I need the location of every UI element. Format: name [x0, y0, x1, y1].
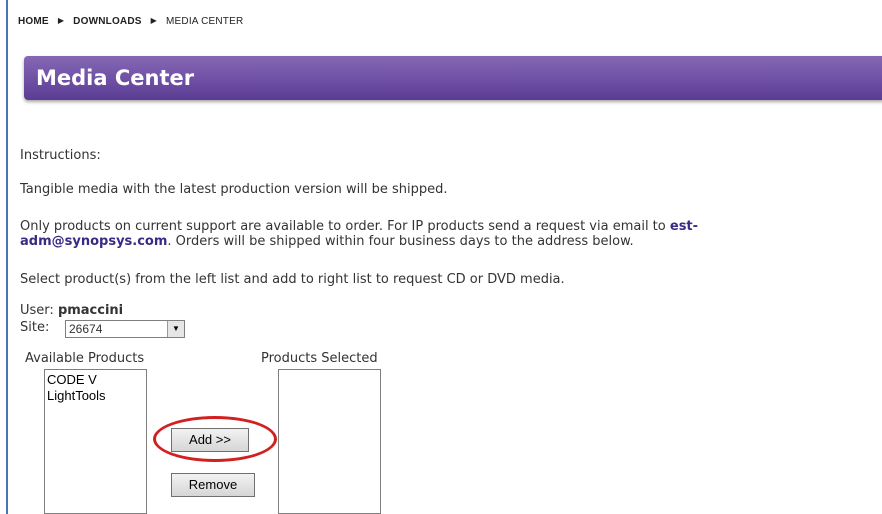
- page-title: Media Center: [36, 66, 195, 90]
- breadcrumb-current: MEDIA CENTER: [166, 16, 244, 27]
- instructions-p2-text: Only products on current support are ava…: [20, 219, 670, 234]
- list-item[interactable]: CODE V: [47, 372, 144, 388]
- instructions-p2-text-end: . Orders will be shipped within four bus…: [167, 234, 634, 249]
- site-select[interactable]: 26674 ▼: [65, 320, 185, 338]
- breadcrumb-home[interactable]: HOME: [18, 16, 49, 27]
- breadcrumb-downloads[interactable]: DOWNLOADS: [73, 16, 141, 27]
- remove-button[interactable]: Remove: [171, 473, 255, 497]
- site-row: Site: 26674 ▼: [20, 320, 185, 338]
- user-label: User:: [20, 303, 54, 318]
- instructions-p1: Tangible media with the latest productio…: [20, 182, 448, 197]
- products-selected-list[interactable]: [278, 369, 381, 514]
- breadcrumb-arrow-icon: ▶: [150, 16, 157, 25]
- instructions-p3: Select product(s) from the left list and…: [20, 272, 565, 287]
- page-header-bar: Media Center: [24, 56, 882, 100]
- add-button[interactable]: Add >>: [171, 428, 249, 452]
- site-select-value: 26674: [69, 322, 103, 336]
- user-value: pmaccini: [57, 303, 124, 318]
- chevron-down-icon[interactable]: ▼: [167, 321, 184, 337]
- products-selected-label: Products Selected: [261, 351, 378, 366]
- breadcrumb-arrow-icon: ▶: [57, 16, 65, 25]
- instructions-heading: Instructions:: [20, 148, 101, 163]
- email-link-part1[interactable]: est-: [670, 219, 698, 234]
- available-products-list[interactable]: CODE V LightTools: [44, 369, 147, 514]
- email-link-part2[interactable]: adm@synopsys.com: [20, 234, 167, 249]
- user-row: User: pmaccini: [20, 303, 123, 318]
- page-frame: HOME ▶ DOWNLOADS ▶ MEDIA CENTER Media Center…: [6, 0, 882, 514]
- breadcrumb: HOME ▶ DOWNLOADS ▶ MEDIA CENTER: [18, 16, 243, 27]
- instructions-p2: Only products on current support are ava…: [20, 219, 850, 249]
- list-item[interactable]: LightTools: [47, 388, 144, 404]
- site-label: Site:: [20, 320, 50, 335]
- available-products-label: Available Products: [25, 351, 145, 366]
